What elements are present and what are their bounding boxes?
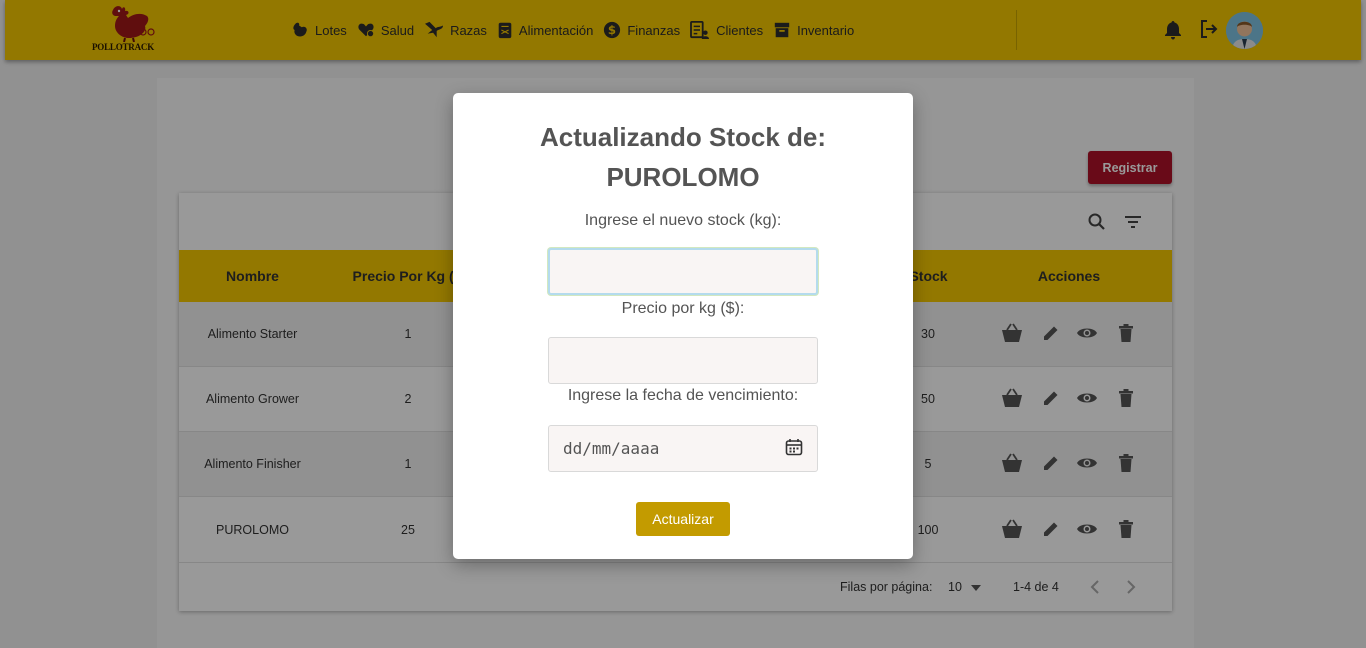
- modal-title-product: PUROLOMO: [606, 162, 760, 192]
- update-stock-modal: Actualizando Stock de: PUROLOMO Ingrese …: [453, 93, 913, 559]
- expiry-date-input[interactable]: dd/mm/aaaa: [548, 425, 818, 472]
- calendar-icon[interactable]: [785, 438, 803, 460]
- price-input[interactable]: [548, 337, 818, 384]
- update-button[interactable]: Actualizar: [636, 502, 730, 536]
- stock-label: Ingrese el nuevo stock (kg):: [584, 212, 782, 229]
- modal-title: Actualizando Stock de: PUROLOMO: [453, 117, 913, 197]
- stock-input[interactable]: [548, 248, 818, 295]
- price-label: Precio por kg ($):: [621, 300, 745, 317]
- expiry-date-label: Ingrese la fecha de vencimiento:: [567, 387, 799, 404]
- date-placeholder: dd/mm/aaaa: [563, 439, 660, 458]
- modal-title-line1: Actualizando Stock de:: [539, 122, 827, 152]
